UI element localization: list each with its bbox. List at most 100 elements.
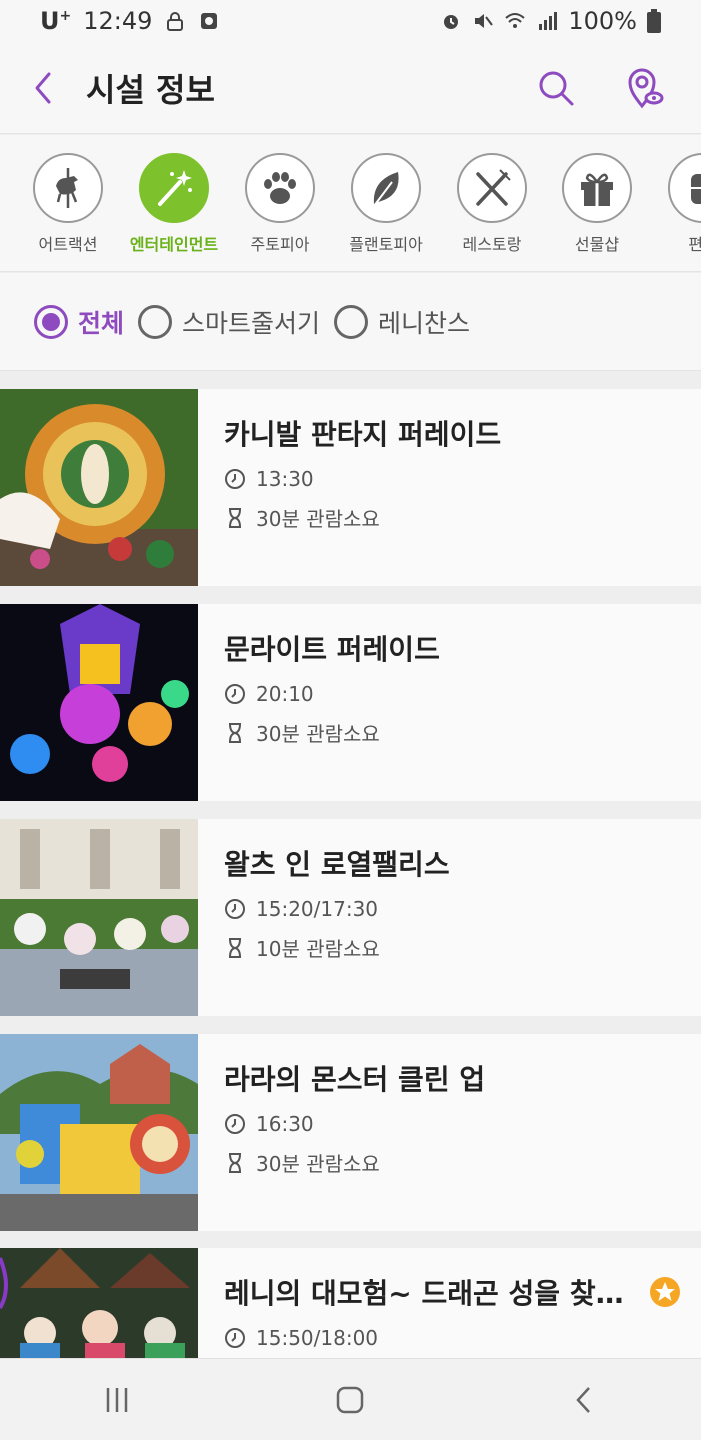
category-label: 레스토랑 <box>462 235 522 254</box>
paw-icon <box>264 172 296 204</box>
item-time-text: 16:30 <box>256 1112 314 1136</box>
filter-label: 스마트줄서기 <box>182 308 321 338</box>
item-time-text: 13:30 <box>256 467 314 491</box>
battery-percent: 100% <box>568 7 637 35</box>
item-title: 문라이트 퍼레이드 <box>224 633 440 666</box>
fork-knife-icon <box>476 169 511 206</box>
item-duration: 30분 관람소요 <box>224 503 681 532</box>
radio-checked-icon <box>34 304 68 339</box>
category-label: 플랜토피아 <box>349 235 423 254</box>
magic-wand-icon <box>158 170 192 206</box>
clock-icon <box>225 1114 245 1134</box>
item-info: 카니발 판타지 퍼레이드 13:30 30분 관람소요 <box>224 413 681 532</box>
home-button[interactable] <box>290 1359 410 1440</box>
mute-icon <box>475 14 494 28</box>
list-item[interactable]: 문라이트 퍼레이드 20:10 30분 관람소요 <box>0 604 701 801</box>
item-duration: 30분 관람소요 <box>224 1148 681 1177</box>
item-title: 라라의 몬스터 클린 업 <box>224 1063 486 1096</box>
category-circle <box>245 153 315 223</box>
item-time: 15:50/18:00 <box>224 1326 681 1350</box>
alarm-icon <box>444 15 459 29</box>
item-thumbnail <box>0 1034 198 1231</box>
item-time-text: 15:20/17:30 <box>256 897 379 921</box>
item-title: 레니의 대모험~ 드래곤 성을 찾아서 <box>224 1277 624 1310</box>
category-label: 엔터테인먼트 <box>129 235 219 254</box>
clock-icon <box>225 899 245 919</box>
category-attraction[interactable]: 어트랙션 <box>13 153 123 255</box>
item-duration-text: 30분 관람소요 <box>256 722 380 746</box>
category-zootopia[interactable]: 주토피아 <box>225 153 335 255</box>
category-convenience[interactable]: 편의 <box>648 153 701 255</box>
app-bar: 시설 정보 <box>0 42 701 134</box>
chevron-left-icon <box>35 72 51 103</box>
category-circle <box>33 153 103 223</box>
list-item[interactable]: 카니발 판타지 퍼레이드 13:30 30분 관람소요 <box>0 389 701 586</box>
item-info: 왈츠 인 로열팰리스 15:20/17:30 10분 관람소요 <box>224 843 681 962</box>
category-plantopia[interactable]: 플랜토피아 <box>331 153 441 255</box>
category-circle <box>351 153 421 223</box>
list-item[interactable]: 왈츠 인 로열팰리스 15:20/17:30 10분 관람소요 <box>0 819 701 1016</box>
system-back-button[interactable] <box>524 1359 644 1440</box>
category-circle <box>139 153 209 223</box>
star-badge-icon[interactable] <box>649 1276 681 1308</box>
filter-all[interactable]: 전체 <box>34 304 124 340</box>
search-button[interactable] <box>521 42 591 134</box>
back-button[interactable] <box>0 42 86 134</box>
radio-unchecked-icon <box>334 304 369 339</box>
item-thumbnail <box>0 1248 198 1358</box>
leaf-icon <box>373 172 399 207</box>
item-time-text: 20:10 <box>256 682 314 706</box>
category-gift-shop[interactable]: 선물샵 <box>542 153 652 255</box>
item-info: 라라의 몬스터 클린 업 16:30 30분 관람소요 <box>224 1058 681 1177</box>
map-button[interactable] <box>611 42 681 134</box>
hourglass-icon <box>229 722 241 743</box>
item-duration: 30분 관람소요 <box>224 718 681 747</box>
clock-icon <box>225 469 245 489</box>
battery-icon <box>647 9 661 33</box>
filter-lenny-chance[interactable]: 레니찬스 <box>334 304 470 340</box>
item-time-text: 15:50/18:00 <box>256 1326 379 1350</box>
item-thumbnail <box>0 604 198 801</box>
category-label: 선물샵 <box>574 235 620 254</box>
item-time: 20:10 <box>224 682 681 706</box>
filter-bar: 전체 스마트줄서기 레니찬스 <box>0 273 701 371</box>
item-time: 16:30 <box>224 1112 681 1136</box>
clock: 12:49 <box>83 7 153 35</box>
category-circle <box>457 153 527 223</box>
item-time: 13:30 <box>224 467 681 491</box>
category-circle <box>668 153 701 223</box>
screenshot-icon <box>201 13 218 29</box>
filter-smart-queue[interactable]: 스마트줄서기 <box>138 304 320 340</box>
list-item[interactable]: 레니의 대모험~ 드래곤 성을 찾아서 15:50/18:00 <box>0 1248 701 1358</box>
back-arrow-icon <box>576 1386 591 1413</box>
category-entertainment[interactable]: 엔터테인먼트 <box>119 153 229 255</box>
item-thumbnail <box>0 819 198 1016</box>
category-restaurant[interactable]: 레스토랑 <box>437 153 547 255</box>
item-duration-text: 30분 관람소요 <box>256 507 380 531</box>
search-icon <box>539 71 574 105</box>
category-label: 어트랙션 <box>38 235 98 254</box>
radio-unchecked-icon <box>138 304 173 339</box>
item-duration-text: 30분 관람소요 <box>256 1152 380 1176</box>
item-title: 카니발 판타지 퍼레이드 <box>224 418 502 451</box>
category-circle <box>562 153 632 223</box>
item-info: 레니의 대모험~ 드래곤 성을 찾아서 15:50/18:00 <box>224 1272 681 1350</box>
status-bar: U+ 12:49 100% <box>0 0 701 42</box>
recent-apps-icon <box>106 1387 128 1412</box>
carrier-label: U+ <box>40 7 72 35</box>
list-item[interactable]: 라라의 몬스터 클린 업 16:30 30분 관람소요 <box>0 1034 701 1231</box>
category-label: 주토피아 <box>250 235 310 254</box>
item-thumbnail <box>0 389 198 586</box>
clock-icon <box>225 1328 245 1348</box>
signal-icon <box>539 12 558 30</box>
recent-apps-button[interactable] <box>57 1359 177 1440</box>
category-strip: 어트랙션 엔터테인먼트 주토피아 플랜토피아 레스토랑 선물샵 편의 <box>0 135 701 272</box>
hourglass-icon <box>229 507 241 528</box>
hourglass-icon <box>229 937 241 958</box>
carousel-horse-icon <box>56 168 78 208</box>
item-info: 문라이트 퍼레이드 20:10 30분 관람소요 <box>224 628 681 747</box>
lock-icon <box>167 12 184 31</box>
system-nav-bar <box>0 1358 701 1440</box>
map-pin-icon <box>628 68 664 108</box>
item-duration: 10분 관람소요 <box>224 933 681 962</box>
